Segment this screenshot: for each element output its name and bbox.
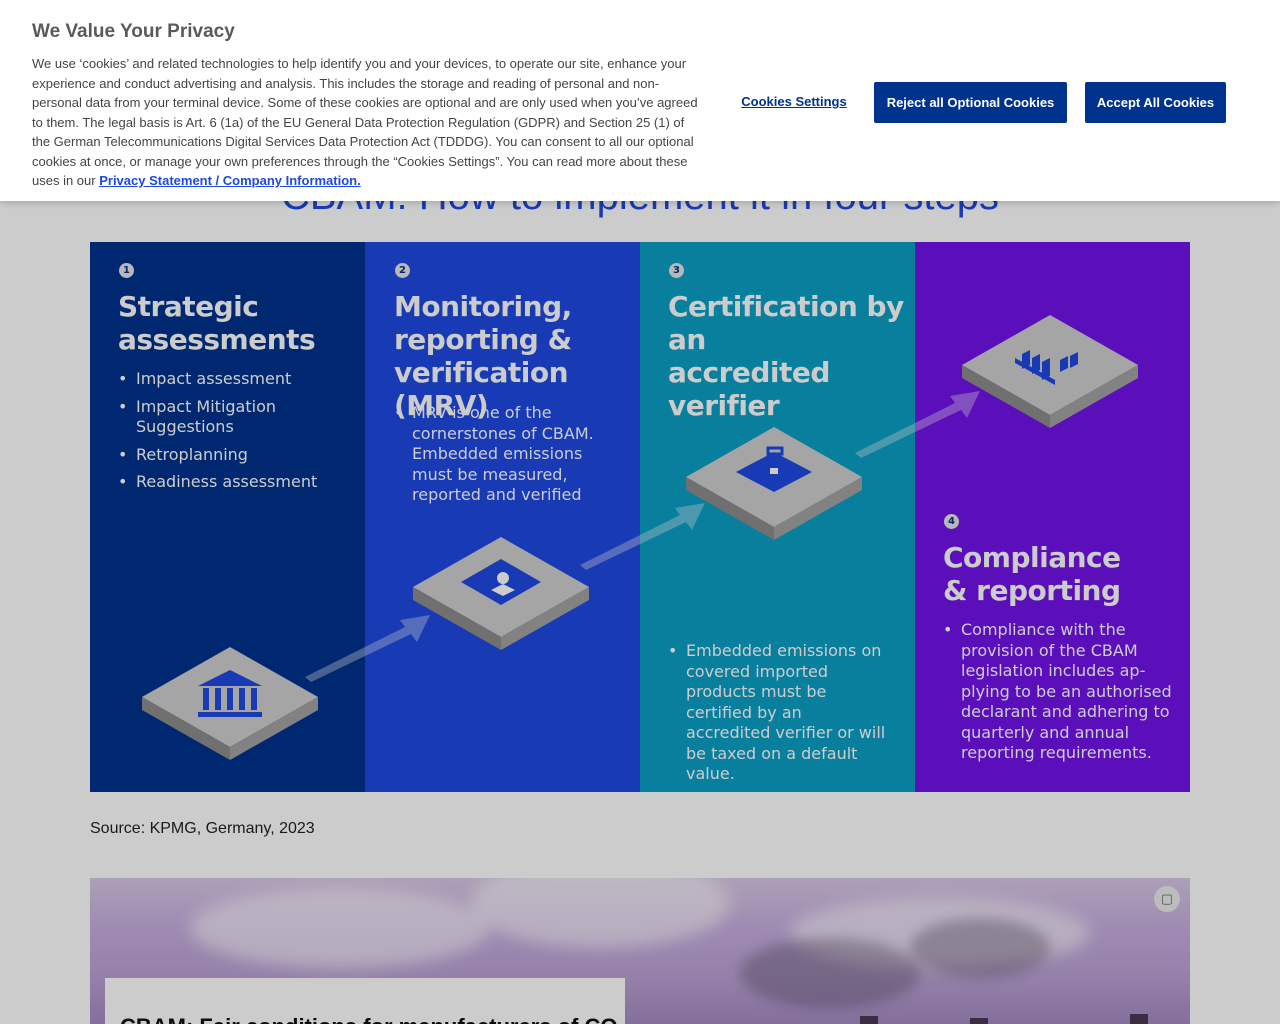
- banner-description: We use ‘cookies’ and related technologie…: [32, 56, 698, 188]
- cookies-settings-button[interactable]: Cookies Settings: [738, 82, 850, 122]
- accept-all-cookies-button[interactable]: Accept All Cookies: [1085, 82, 1226, 123]
- banner-title: We Value Your Privacy: [32, 21, 235, 42]
- cookie-consent-banner: We Value Your Privacy We use ‘cookies’ a…: [0, 0, 1280, 201]
- privacy-statement-link[interactable]: Privacy Statement / Company Information.: [99, 173, 361, 188]
- reject-optional-cookies-button[interactable]: Reject all Optional Cookies: [874, 82, 1067, 123]
